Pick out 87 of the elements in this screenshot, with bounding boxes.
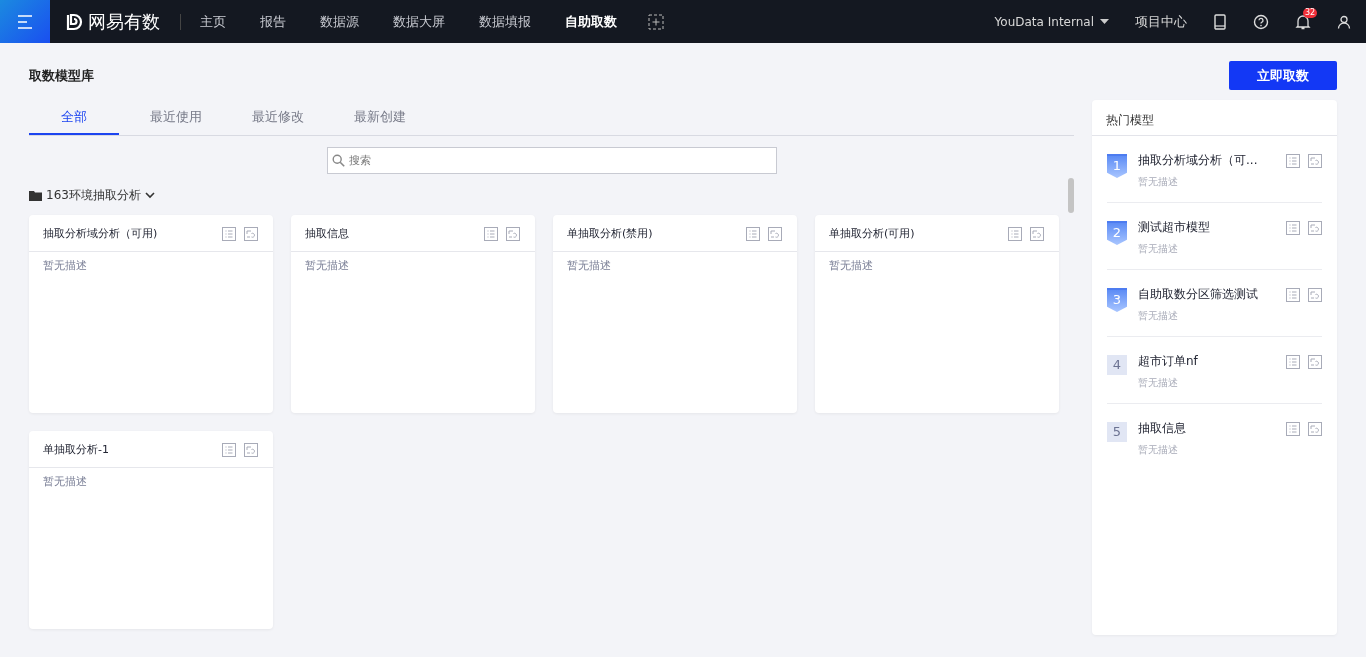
list-icon[interactable] bbox=[1286, 154, 1300, 168]
model-description: 暂无描述 bbox=[42, 258, 88, 274]
nav-item[interactable]: 报告 bbox=[243, 12, 303, 31]
bell-icon[interactable] bbox=[1295, 13, 1311, 30]
list-icon[interactable] bbox=[1286, 355, 1300, 369]
list-icon[interactable] bbox=[1286, 221, 1300, 235]
export-icon[interactable] bbox=[506, 227, 520, 241]
export-icon[interactable] bbox=[244, 227, 258, 241]
rank-ribbon: 3 bbox=[1107, 288, 1127, 312]
search-field[interactable]: 搜索 bbox=[326, 147, 777, 174]
list-icon[interactable] bbox=[484, 227, 498, 241]
model-card[interactable]: 抽取信息 暂无描述 bbox=[291, 215, 535, 413]
model-name: 自助取数分区筛选测试 bbox=[1138, 286, 1259, 303]
hot-model-item[interactable]: 3 自助取数分区筛选测试 暂无描述 bbox=[1107, 270, 1322, 337]
menu-icon bbox=[17, 14, 33, 29]
rank-badge: 4 bbox=[1107, 355, 1127, 375]
hot-model-item[interactable]: 2 测试超市模型 暂无描述 bbox=[1107, 203, 1322, 270]
model-name: 抽取分析域分析（可... bbox=[1138, 152, 1259, 169]
menu-button[interactable] bbox=[0, 0, 50, 43]
export-icon[interactable] bbox=[1308, 221, 1322, 235]
model-name: 抽取分析域分析（可用) bbox=[43, 225, 159, 241]
list-icon[interactable] bbox=[1008, 227, 1022, 241]
tablet-icon[interactable] bbox=[1213, 13, 1227, 30]
export-icon[interactable] bbox=[1308, 288, 1322, 302]
user-icon[interactable] bbox=[1337, 14, 1351, 29]
model-card[interactable]: 单抽取分析(可用) 暂无描述 bbox=[815, 215, 1059, 413]
model-card[interactable]: 抽取分析域分析（可用) 暂无描述 bbox=[29, 215, 273, 413]
model-card[interactable]: 单抽取分析-1 暂无描述 bbox=[29, 431, 273, 629]
project-center-link[interactable]: 项目中心 bbox=[1135, 12, 1187, 31]
hot-model-item[interactable]: 5 抽取信息 暂无描述 bbox=[1107, 404, 1322, 470]
workspace-dropdown[interactable]: YouData Internal bbox=[994, 14, 1109, 29]
list-icon[interactable] bbox=[746, 227, 760, 241]
fetch-now-button[interactable]: 立即取数 bbox=[1229, 61, 1337, 90]
export-icon[interactable] bbox=[1030, 227, 1044, 241]
model-name: 单抽取分析(可用) bbox=[829, 225, 916, 241]
model-name: 超市订单nf bbox=[1138, 353, 1199, 370]
page-title: 取数模型库 bbox=[29, 66, 94, 85]
export-icon[interactable] bbox=[1308, 422, 1322, 436]
logo-icon bbox=[64, 11, 84, 32]
scrollbar-thumb[interactable] bbox=[1068, 178, 1074, 213]
nav-item[interactable]: 数据源 bbox=[303, 12, 376, 31]
list-icon[interactable] bbox=[222, 227, 236, 241]
model-name: 单抽取分析(禁用) bbox=[567, 225, 654, 241]
caret-icon bbox=[1100, 18, 1109, 25]
model-description: 暂无描述 bbox=[1138, 309, 1179, 323]
notification-badge: 32 bbox=[1303, 7, 1318, 18]
list-icon[interactable] bbox=[1286, 288, 1300, 302]
nav-item[interactable]: 数据大屏 bbox=[376, 12, 462, 31]
nav-item[interactable]: 主页 bbox=[183, 12, 243, 31]
list-icon[interactable] bbox=[1286, 422, 1300, 436]
folder-icon bbox=[29, 190, 42, 201]
list-icon[interactable] bbox=[222, 443, 236, 457]
tab[interactable]: 最近使用 bbox=[131, 100, 221, 135]
tab[interactable]: 最新创建 bbox=[335, 100, 425, 135]
model-description: 暂无描述 bbox=[42, 474, 88, 490]
nav-item[interactable]: 数据填报 bbox=[462, 12, 548, 31]
logo-text: 网易有数 bbox=[88, 11, 160, 32]
export-icon[interactable] bbox=[768, 227, 782, 241]
tab[interactable]: 最近修改 bbox=[233, 100, 323, 135]
chevron-down-icon bbox=[144, 192, 155, 199]
panel-title: 热门模型 bbox=[1092, 100, 1337, 136]
model-name: 抽取信息 bbox=[305, 225, 350, 241]
tab[interactable]: 全部 bbox=[29, 100, 119, 135]
export-icon[interactable] bbox=[1308, 355, 1322, 369]
model-description: 暂无描述 bbox=[1138, 376, 1179, 390]
export-icon[interactable] bbox=[1308, 154, 1322, 168]
model-card[interactable]: 单抽取分析(禁用) 暂无描述 bbox=[553, 215, 797, 413]
model-description: 暂无描述 bbox=[304, 258, 350, 274]
hot-model-item[interactable]: 4 超市订单nf 暂无描述 bbox=[1107, 337, 1322, 404]
model-name: 抽取信息 bbox=[1138, 420, 1187, 437]
model-description: 暂无描述 bbox=[566, 258, 612, 274]
folder-dropdown[interactable]: 163环境抽取分析 bbox=[29, 187, 155, 204]
search-icon bbox=[331, 154, 345, 167]
hot-model-item[interactable]: 1 抽取分析域分析（可... 暂无描述 bbox=[1107, 136, 1322, 203]
nav-item[interactable]: 自助取数 bbox=[548, 12, 634, 31]
model-name: 单抽取分析-1 bbox=[43, 441, 110, 457]
model-name: 测试超市模型 bbox=[1138, 219, 1211, 236]
rank-ribbon: 1 bbox=[1107, 154, 1127, 178]
model-description: 暂无描述 bbox=[1138, 175, 1179, 189]
model-description: 暂无描述 bbox=[1138, 443, 1179, 457]
add-icon[interactable] bbox=[648, 13, 664, 30]
model-description: 暂无描述 bbox=[1138, 242, 1179, 256]
export-icon[interactable] bbox=[244, 443, 258, 457]
rank-badge: 5 bbox=[1107, 422, 1127, 442]
help-icon[interactable] bbox=[1253, 13, 1269, 30]
rank-ribbon: 2 bbox=[1107, 221, 1127, 245]
model-description: 暂无描述 bbox=[828, 258, 874, 274]
